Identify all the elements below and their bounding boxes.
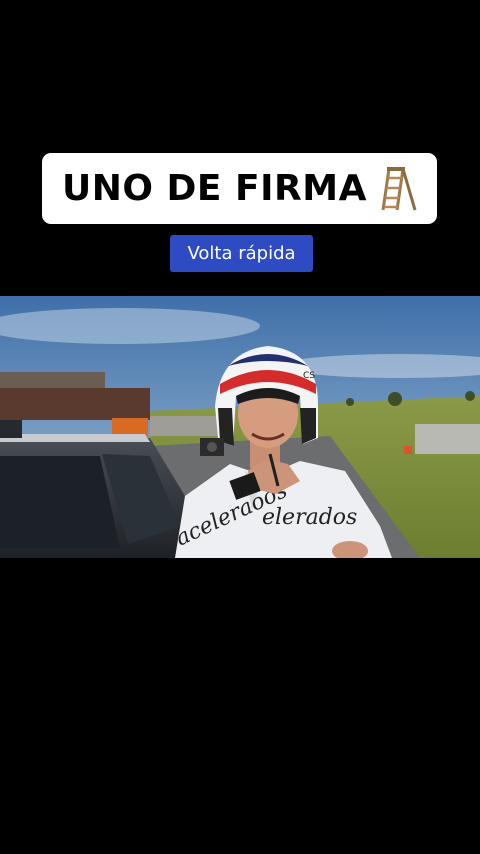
- helmet-text: CS: [303, 371, 315, 381]
- title-card: UNO DE FIRMA: [42, 153, 437, 224]
- ladder-icon: [381, 166, 417, 210]
- video-frame[interactable]: aceleraoos elerados CS: [0, 296, 480, 558]
- video-scene: aceleraoos elerados CS: [0, 296, 480, 558]
- video-title: UNO DE FIRMA: [62, 168, 367, 209]
- subtitle-badge: Volta rápida: [170, 235, 313, 272]
- jacket-right-text: elerados: [262, 505, 357, 530]
